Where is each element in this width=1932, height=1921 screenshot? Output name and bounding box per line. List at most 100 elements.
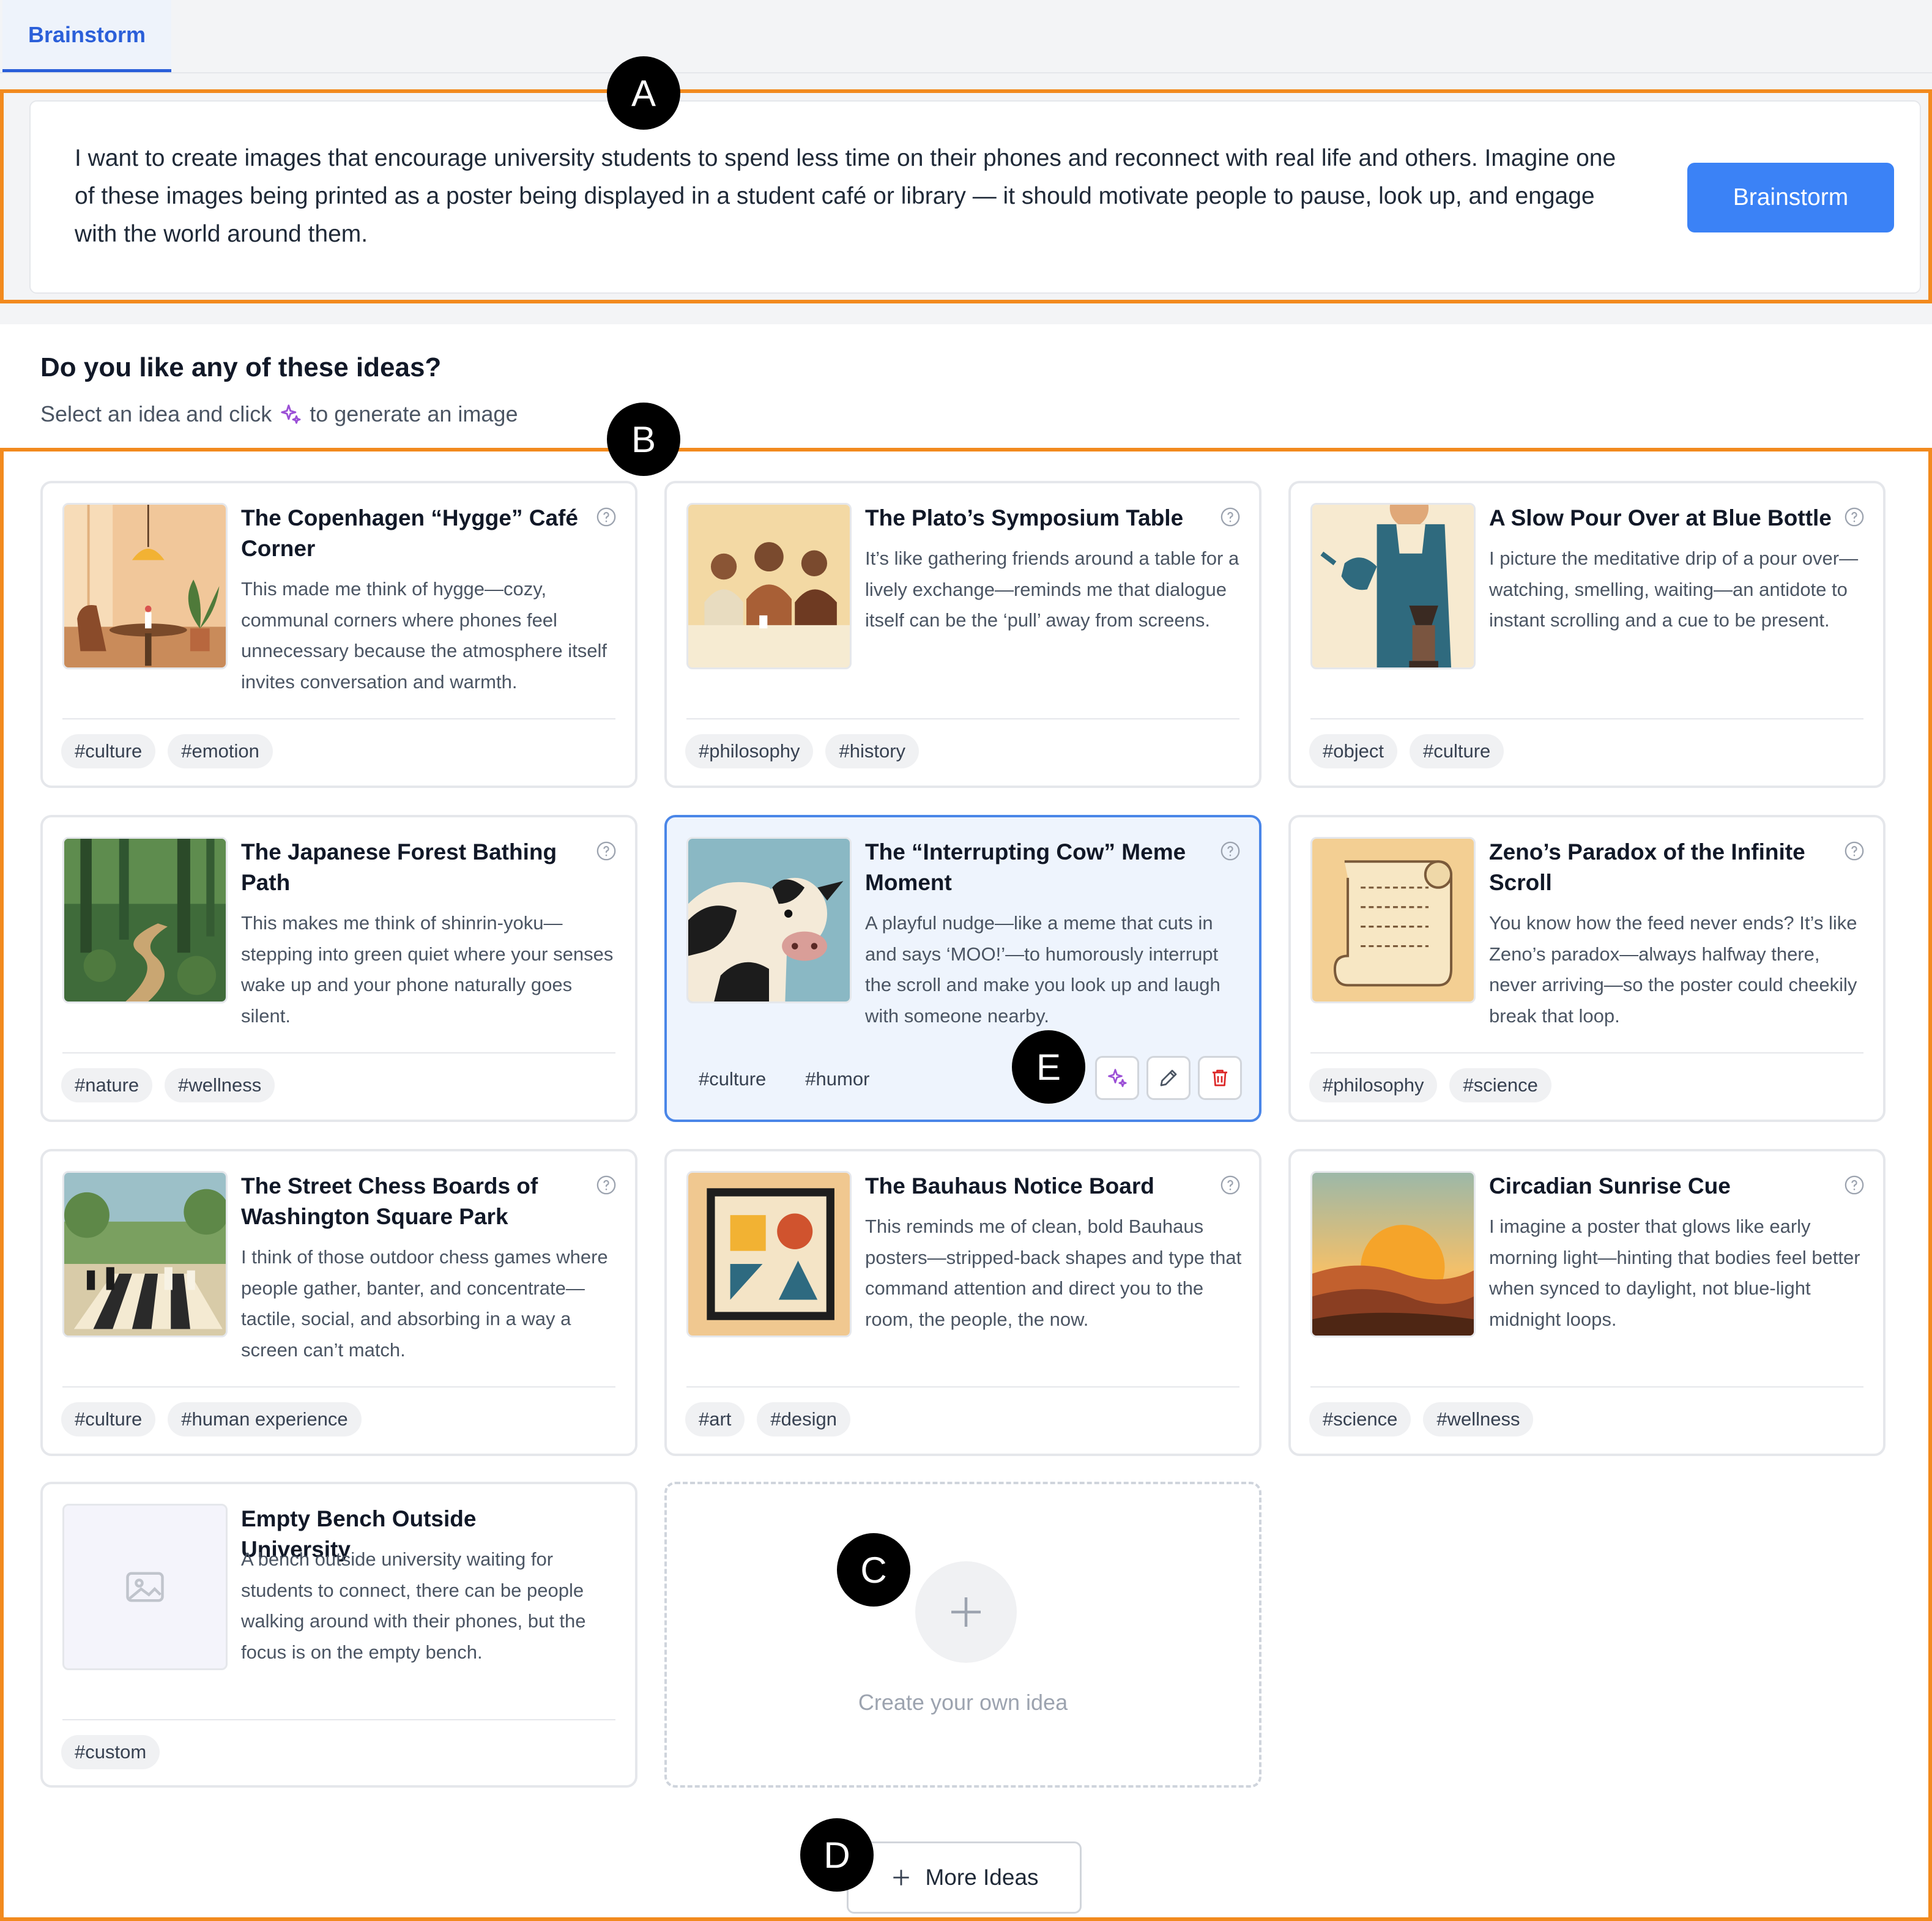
sparkle-icon [281, 404, 301, 424]
annotation-marker-d: D [800, 1818, 874, 1892]
card-divider [1310, 718, 1863, 719]
idea-thumbnail-chess [62, 1171, 228, 1337]
idea-thumbnail-cow [686, 837, 852, 1003]
idea-thumbnail-scroll [1310, 837, 1476, 1003]
idea-title: The Japanese Forest Bathing Path [241, 839, 557, 895]
tag[interactable]: #culture [1409, 734, 1504, 768]
idea-description: I imagine a poster that glows like early… [1489, 1216, 1860, 1330]
card-divider [62, 718, 615, 719]
tag-list: #nature #wellness [61, 1068, 275, 1102]
tag-list: #art #design [685, 1402, 851, 1436]
idea-card[interactable]: Zeno’s Paradox of the Infinite Scroll Yo… [1288, 815, 1886, 1122]
help-icon[interactable] [596, 1175, 617, 1195]
idea-thumbnail-placeholder [62, 1504, 228, 1670]
generate-image-button[interactable] [1095, 1056, 1139, 1100]
tag[interactable]: #design [757, 1402, 851, 1436]
idea-description: I picture the meditative drip of a pour … [1489, 548, 1859, 631]
card-divider [62, 1386, 615, 1388]
help-icon[interactable] [596, 841, 617, 861]
image-placeholder-icon [126, 1572, 164, 1602]
help-icon[interactable] [1844, 507, 1865, 527]
tag[interactable]: #culture [61, 734, 156, 768]
tab-bar: Brainstorm [0, 0, 1932, 73]
tab-brainstorm[interactable]: Brainstorm [2, 0, 171, 72]
idea-description: This made me think of hygge—cozy, commun… [241, 578, 607, 693]
pencil-icon [1160, 1069, 1177, 1087]
more-ideas-label: More Ideas [925, 1865, 1039, 1890]
annotation-marker-e: E [1012, 1030, 1085, 1104]
idea-card[interactable]: The Street Chess Boards of Washington Sq… [40, 1149, 637, 1456]
help-icon[interactable] [1220, 841, 1241, 861]
tag[interactable]: #emotion [168, 734, 273, 768]
ideas-heading: Do you like any of these ideas? [40, 352, 442, 382]
delete-idea-button[interactable] [1198, 1056, 1242, 1100]
tag[interactable]: #philosophy [1309, 1068, 1438, 1102]
tag[interactable]: #science [1449, 1068, 1551, 1102]
tag[interactable]: #custom [61, 1735, 160, 1769]
idea-title: Circadian Sunrise Cue [1489, 1173, 1731, 1198]
idea-card[interactable]: The Japanese Forest Bathing Path This ma… [40, 815, 637, 1122]
tag[interactable]: #science [1309, 1402, 1411, 1436]
card-divider [1310, 1386, 1863, 1388]
idea-card[interactable]: The Copenhagen “Hygge” Café Corner This … [40, 481, 637, 788]
brainstorm-button[interactable]: Brainstorm [1687, 163, 1894, 232]
idea-description: This makes me think of shinrin-yoku—step… [241, 912, 614, 1027]
idea-card[interactable]: The Bauhaus Notice Board This reminds me… [664, 1149, 1261, 1456]
tag[interactable]: #philosophy [685, 734, 814, 768]
more-ideas-button[interactable]: More Ideas [847, 1841, 1082, 1914]
idea-description: I think of those outdoor chess games whe… [241, 1246, 608, 1361]
idea-card-selected[interactable]: The “Interrupting Cow” Meme Moment A pla… [664, 815, 1261, 1122]
idea-description: You know how the feed never ends? It’s l… [1489, 912, 1857, 1027]
help-icon[interactable] [1844, 841, 1865, 861]
idea-card[interactable]: Circadian Sunrise Cue I imagine a poster… [1288, 1149, 1886, 1456]
add-idea-button[interactable] [915, 1561, 1017, 1663]
create-idea-label: Create your own idea [858, 1690, 1068, 1715]
idea-card[interactable]: A Slow Pour Over at Blue Bottle I pictur… [1288, 481, 1886, 788]
idea-thumbnail-sunrise [1310, 1171, 1476, 1337]
tag-list: #culture #human experience [61, 1402, 362, 1436]
tag[interactable]: #object [1309, 734, 1397, 768]
plus-icon [951, 1597, 981, 1627]
tag-list: #philosophy #science [1309, 1068, 1551, 1102]
idea-title: The Plato’s Symposium Table [865, 505, 1184, 530]
idea-description: It’s like gathering friends around a tab… [865, 548, 1239, 631]
card-divider [1310, 1052, 1863, 1053]
tag[interactable]: #culture [685, 1062, 779, 1096]
tag[interactable]: #art [685, 1402, 745, 1436]
idea-description: This reminds me of clean, bold Bauhaus p… [865, 1216, 1242, 1330]
tag-list: #culture #humor [685, 1062, 883, 1096]
annotation-marker-a: A [607, 56, 680, 130]
prompt-text[interactable]: I want to create images that encourage u… [75, 139, 1641, 253]
help-icon[interactable] [1220, 1175, 1241, 1195]
edit-idea-button[interactable] [1146, 1056, 1191, 1100]
ideas-subheading: Select an idea and click to generate an … [40, 401, 518, 427]
tag[interactable]: #wellness [165, 1068, 275, 1102]
idea-card-custom[interactable]: Empty Bench Outside University A bench o… [40, 1482, 637, 1788]
tag[interactable]: #human experience [168, 1402, 362, 1436]
idea-thumbnail-cafe [62, 503, 228, 669]
idea-title: Zeno’s Paradox of the Infinite Scroll [1489, 839, 1805, 895]
tag[interactable]: #humor [792, 1062, 883, 1096]
idea-title: A Slow Pour Over at Blue Bottle [1489, 505, 1832, 530]
idea-thumbnail-forest [62, 837, 228, 1003]
annotation-marker-b: B [607, 403, 680, 476]
tag[interactable]: #wellness [1423, 1402, 1534, 1436]
card-divider [686, 718, 1239, 719]
idea-title: The “Interrupting Cow” Meme Moment [865, 839, 1186, 895]
help-icon[interactable] [1220, 507, 1241, 527]
help-icon[interactable] [1844, 1175, 1865, 1195]
idea-thumbnail-pour-over [1310, 503, 1476, 669]
card-divider [686, 1386, 1239, 1388]
subheading-text-after: to generate an image [310, 401, 518, 426]
tag-list: #science #wellness [1309, 1402, 1534, 1436]
card-divider [62, 1719, 615, 1720]
create-idea-card[interactable]: Create your own idea [664, 1482, 1261, 1788]
help-icon[interactable] [596, 507, 617, 527]
annotation-marker-c: C [837, 1533, 910, 1607]
tag-list: #object #culture [1309, 734, 1504, 768]
subheading-text-before: Select an idea and click [40, 401, 272, 426]
tag[interactable]: #nature [61, 1068, 153, 1102]
tag[interactable]: #history [825, 734, 920, 768]
idea-card[interactable]: The Plato’s Symposium Table It’s like ga… [664, 481, 1261, 788]
tag[interactable]: #culture [61, 1402, 156, 1436]
